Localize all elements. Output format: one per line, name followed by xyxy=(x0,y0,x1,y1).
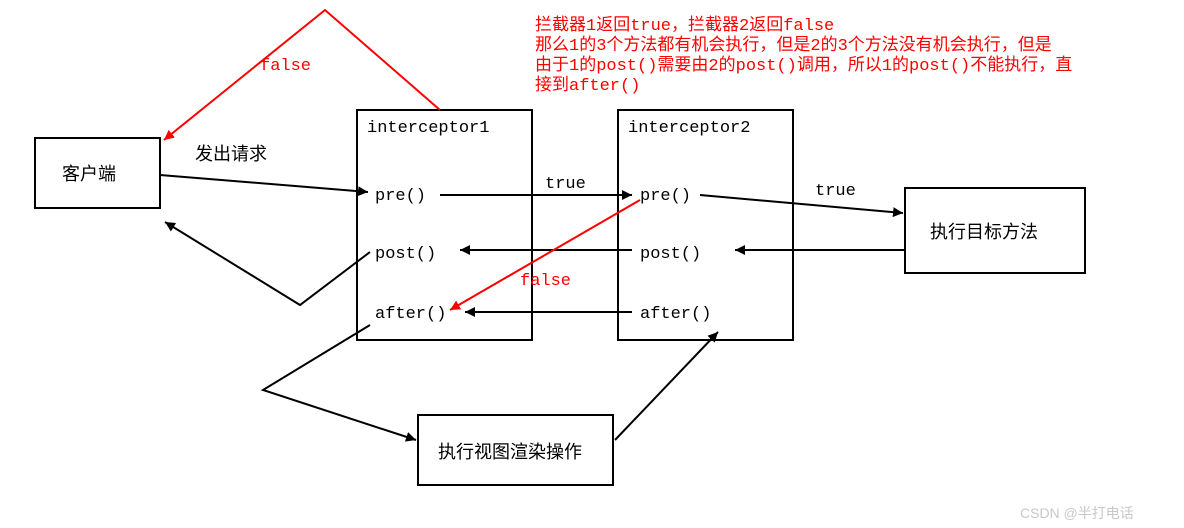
interceptor1-title: interceptor1 xyxy=(367,119,489,138)
arrow-render-after2 xyxy=(615,332,718,440)
note-line1: 拦截器1返回true，拦截器2返回false xyxy=(535,15,834,36)
interceptor2-pre: pre() xyxy=(640,187,691,206)
label-false-top: false xyxy=(260,57,311,76)
note-line2: 那么1的3个方法都有机会执行，但是2的3个方法没有机会执行，但是 xyxy=(535,35,1052,56)
target-label: 执行目标方法 xyxy=(930,222,1038,242)
note-line4: 接到after() xyxy=(535,75,640,96)
interceptor1-post: post() xyxy=(375,245,436,264)
label-false-mid: false xyxy=(520,272,571,291)
render-label: 执行视图渲染操作 xyxy=(438,442,582,462)
arrow-post1-client xyxy=(165,222,370,305)
diagram: 客户端 interceptor1 pre() post() after() in… xyxy=(0,0,1184,528)
interceptor2-title: interceptor2 xyxy=(628,119,750,138)
client-label: 客户端 xyxy=(62,164,116,184)
interceptor1-pre: pre() xyxy=(375,187,426,206)
label-true2: true xyxy=(815,182,856,201)
interceptor2-after: after() xyxy=(640,305,711,324)
watermark: CSDN @半打电话 xyxy=(1020,505,1134,521)
arrow-request xyxy=(160,175,368,192)
interceptor2-post: post() xyxy=(640,245,701,264)
label-true1: true xyxy=(545,175,586,194)
label-request: 发出请求 xyxy=(195,144,267,164)
arrow-after1-render xyxy=(263,325,416,440)
note-line3: 由于1的post()需要由2的post()调用，所以1的post()不能执行，直 xyxy=(535,55,1072,76)
interceptor1-after: after() xyxy=(375,305,446,324)
